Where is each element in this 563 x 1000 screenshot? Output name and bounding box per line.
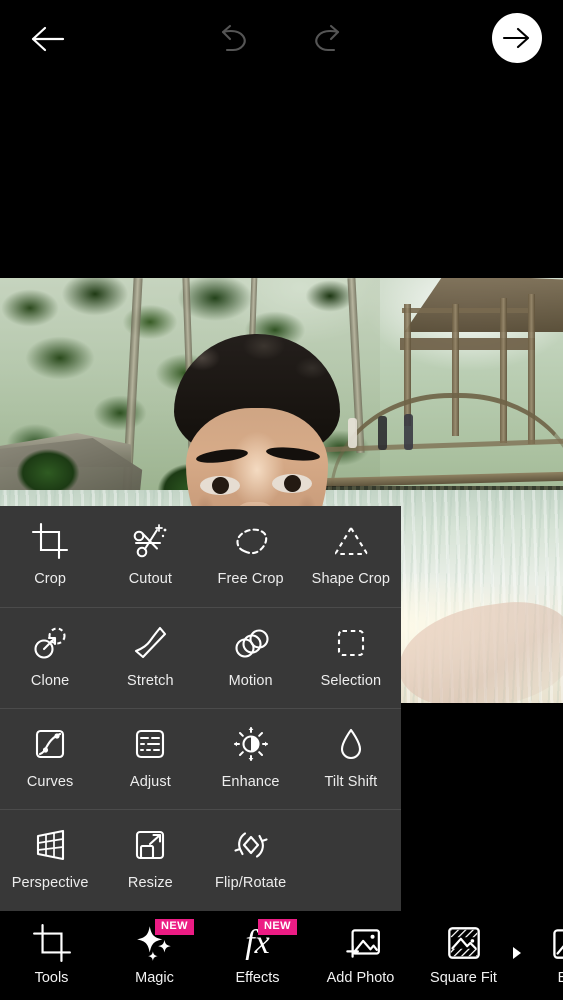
square-fit-icon — [441, 921, 487, 965]
border-icon — [544, 921, 563, 965]
tool-resize[interactable]: Resize — [100, 810, 200, 911]
tool-motion[interactable]: Motion — [201, 608, 301, 709]
arrow-left-icon — [31, 26, 65, 52]
crop-icon — [29, 921, 75, 965]
tilt-shift-drop-icon — [329, 722, 373, 766]
nav-label: Magic — [135, 970, 174, 986]
tool-label: Selection — [320, 673, 382, 689]
adjust-sliders-icon — [128, 722, 172, 766]
tools-grid-panel: Crop Cutout Free Crop Shape Crop Clone S… — [0, 506, 401, 911]
tool-enhance[interactable]: Enhance — [201, 709, 301, 810]
tools-row: Clone Stretch Motion Selection — [0, 607, 401, 708]
tool-stretch[interactable]: Stretch — [100, 608, 200, 709]
tool-label: Perspective — [11, 875, 89, 891]
nav-item-border[interactable]: Bo — [515, 921, 563, 986]
tool-label: Free Crop — [217, 571, 284, 587]
nav-label: Add Photo — [326, 970, 395, 986]
tool-free-crop[interactable]: Free Crop — [201, 506, 301, 607]
undo-button[interactable] — [205, 14, 263, 64]
nav-item-tools[interactable]: Tools — [0, 921, 103, 986]
tool-label: Enhance — [221, 774, 280, 790]
nav-item-add-photo[interactable]: Add Photo — [309, 921, 412, 986]
tool-shape-crop[interactable]: Shape Crop — [301, 506, 401, 607]
photo-person-on-bridge — [378, 416, 387, 450]
tool-adjust[interactable]: Adjust — [100, 709, 200, 810]
photo-treehouse-rail — [402, 308, 528, 313]
cutout-scissors-icon — [128, 519, 172, 563]
tool-curves[interactable]: Curves — [0, 709, 100, 810]
nav-label: Bo — [557, 970, 563, 986]
tool-label: Clone — [30, 673, 70, 689]
tool-flip-rotate[interactable]: Flip/Rotate — [201, 810, 301, 911]
tool-empty-slot — [301, 810, 401, 911]
free-crop-lasso-icon — [229, 519, 273, 563]
undo-icon — [221, 24, 246, 52]
redo-icon — [315, 24, 340, 52]
photo-person-on-bridge — [348, 418, 357, 448]
tool-label: Curves — [26, 774, 74, 790]
tool-label: Adjust — [129, 774, 171, 790]
tool-clone[interactable]: Clone — [0, 608, 100, 709]
clone-stamp-icon — [28, 621, 72, 665]
curves-icon — [28, 722, 72, 766]
tool-label: Stretch — [127, 673, 174, 689]
nav-label: Tools — [34, 970, 69, 986]
tool-perspective[interactable]: Perspective — [0, 810, 100, 911]
nav-label: Square Fit — [430, 970, 497, 986]
nav-label: Effects — [235, 970, 280, 986]
tool-label: Crop — [34, 571, 67, 587]
enhance-brightness-icon — [229, 722, 273, 766]
photo-editor-screen: Crop Cutout Free Crop Shape Crop Clone S… — [0, 0, 563, 1000]
tool-selection[interactable]: Selection — [301, 608, 401, 709]
add-photo-icon — [338, 921, 384, 965]
tool-cutout[interactable]: Cutout — [100, 506, 200, 607]
motion-circles-icon — [229, 621, 273, 665]
tool-label: Shape Crop — [311, 571, 391, 587]
flip-rotate-icon — [229, 823, 273, 867]
tool-crop[interactable]: Crop — [0, 506, 100, 607]
perspective-grid-icon — [28, 823, 72, 867]
tool-tilt-shift[interactable]: Tilt Shift — [301, 709, 401, 810]
top-toolbar — [0, 0, 563, 78]
apply-forward-button[interactable] — [492, 13, 542, 63]
triangle-right-icon[interactable] — [513, 947, 521, 959]
photo-person-on-bridge — [404, 414, 413, 450]
tool-label: Flip/Rotate — [215, 875, 287, 891]
new-badge: NEW — [258, 919, 297, 935]
resize-icon — [128, 823, 172, 867]
stretch-icon — [128, 621, 172, 665]
back-button[interactable] — [20, 14, 76, 64]
photo-iris — [212, 477, 229, 494]
nav-item-effects[interactable]: fx Effects NEW — [206, 919, 309, 986]
tools-row: Crop Cutout Free Crop Shape Crop — [0, 506, 401, 607]
photo-iris — [284, 475, 301, 492]
photo-treehouse-deck — [400, 338, 535, 350]
nav-item-square-fit[interactable]: Square Fit — [412, 921, 515, 986]
tool-label: Cutout — [128, 571, 173, 587]
shape-crop-triangle-icon — [329, 519, 373, 563]
tool-label: Tilt Shift — [324, 774, 378, 790]
tools-row: Perspective Resize Flip/Rotate — [0, 809, 401, 910]
redo-button[interactable] — [298, 14, 356, 64]
bottom-navigation-bar: Tools Magic NEW fx Effects NEW Add Photo… — [0, 911, 563, 1000]
tools-row: Curves Adjust Enhance Tilt Shift — [0, 708, 401, 809]
selection-square-icon — [329, 621, 373, 665]
new-badge: NEW — [155, 919, 194, 935]
tool-label: Resize — [127, 875, 173, 891]
nav-item-magic[interactable]: Magic NEW — [103, 919, 206, 986]
tool-label: Motion — [228, 673, 273, 689]
crop-icon — [28, 519, 72, 563]
arrow-right-icon — [502, 27, 530, 49]
